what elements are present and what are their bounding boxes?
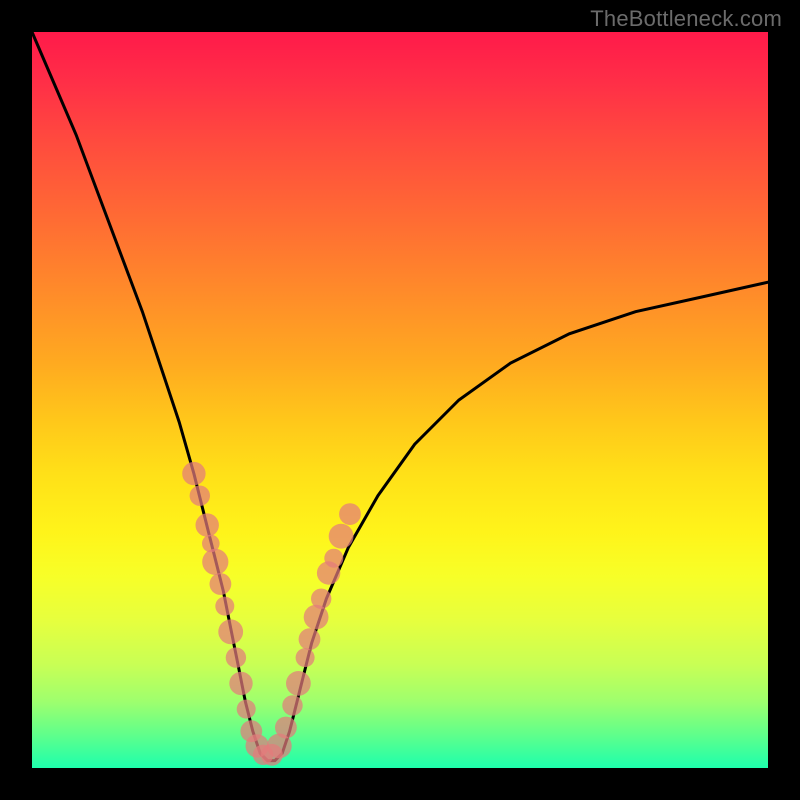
data-marker [215, 597, 234, 616]
chart-svg [32, 32, 768, 768]
data-marker [229, 672, 252, 695]
data-marker [296, 648, 315, 667]
data-marker [304, 605, 329, 630]
data-marker [324, 549, 343, 568]
data-marker [196, 513, 219, 536]
chart-frame: TheBottleneck.com [0, 0, 800, 800]
bottleneck-curve [32, 32, 768, 761]
data-marker [202, 549, 228, 575]
watermark-text: TheBottleneck.com [590, 6, 782, 32]
data-marker [210, 573, 232, 595]
data-marker [339, 503, 361, 525]
data-marker [286, 671, 311, 696]
data-marker [282, 695, 302, 715]
data-marker [190, 486, 210, 506]
data-marker [275, 717, 297, 739]
data-marker [311, 589, 331, 609]
data-marker [218, 619, 243, 644]
data-marker [226, 647, 246, 667]
data-marker [237, 700, 256, 719]
data-marker [329, 524, 354, 549]
data-marker [299, 628, 321, 650]
data-marker [182, 462, 205, 485]
plot-area [32, 32, 768, 768]
marker-cluster [182, 462, 361, 766]
